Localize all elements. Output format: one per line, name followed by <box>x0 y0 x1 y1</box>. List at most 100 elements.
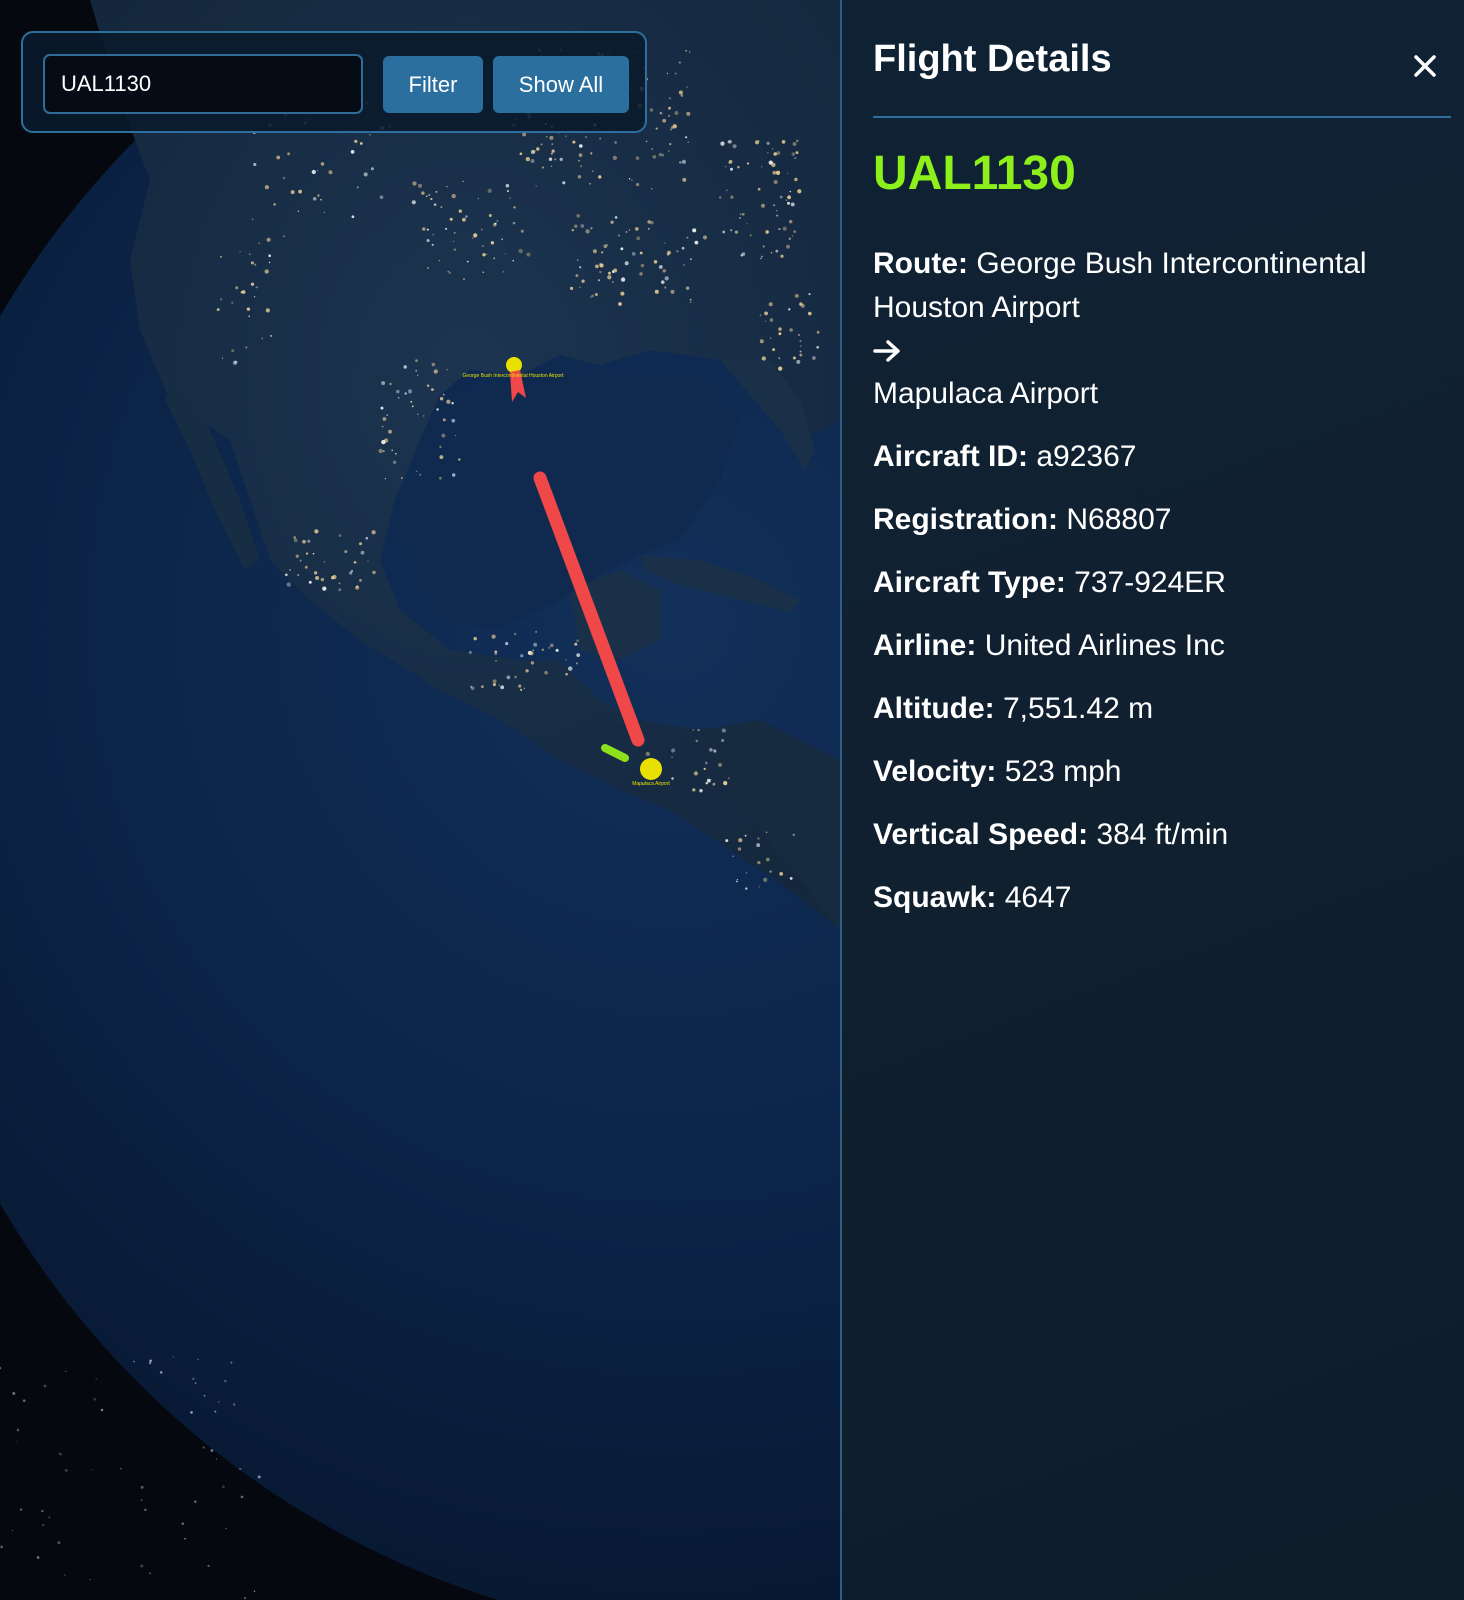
city-light <box>216 308 220 312</box>
city-light <box>776 151 781 155</box>
city-light <box>389 382 392 386</box>
city-light <box>757 187 761 191</box>
city-light <box>710 779 712 781</box>
star <box>59 1453 62 1456</box>
city-light <box>283 235 285 238</box>
city-light <box>773 179 778 185</box>
city-light <box>577 175 582 179</box>
city-light <box>323 561 326 563</box>
city-light <box>594 293 598 296</box>
star <box>15 1441 17 1443</box>
star <box>22 1399 26 1402</box>
city-light <box>392 460 397 465</box>
city-light <box>439 455 444 460</box>
city-light <box>501 238 503 241</box>
city-light <box>550 152 553 155</box>
city-light <box>765 230 769 234</box>
city-light <box>603 244 608 249</box>
city-light <box>520 229 524 233</box>
star <box>64 1468 68 1472</box>
city-light <box>591 294 595 298</box>
city-light <box>485 253 488 256</box>
city-light <box>679 161 682 164</box>
city-light <box>425 195 428 198</box>
city-light <box>772 170 777 175</box>
city-light <box>231 301 234 304</box>
city-light <box>799 345 802 347</box>
city-light <box>680 94 684 97</box>
city-light <box>221 357 224 359</box>
city-light <box>770 337 772 339</box>
city-light <box>276 155 281 160</box>
city-light <box>305 552 309 555</box>
city-light <box>544 670 548 675</box>
city-light <box>495 660 497 662</box>
city-light <box>575 274 579 278</box>
aircraft-id-row: Aircraft ID: a92367 <box>873 435 1433 479</box>
city-light <box>730 195 734 199</box>
city-light <box>636 236 641 241</box>
city-light <box>661 280 665 284</box>
city-light <box>668 150 670 152</box>
city-light <box>353 561 356 564</box>
star <box>210 1449 214 1452</box>
city-light <box>338 534 342 537</box>
city-light <box>645 140 648 143</box>
airline-value: United Airlines Inc <box>984 629 1225 662</box>
city-light <box>514 675 517 679</box>
filter-button[interactable]: Filter <box>383 56 483 113</box>
city-light <box>397 396 400 399</box>
city-light <box>686 111 691 116</box>
city-light <box>365 536 369 540</box>
city-light <box>359 142 363 145</box>
globe-view[interactable]: George Bush Intercontinental Houston Air… <box>0 0 840 1600</box>
star <box>159 1371 163 1374</box>
city-light <box>428 193 431 197</box>
star <box>230 1361 233 1364</box>
city-light <box>396 389 400 394</box>
city-light <box>417 374 419 376</box>
star <box>43 1384 47 1388</box>
city-light <box>620 277 626 282</box>
city-light <box>812 356 816 360</box>
star <box>19 1508 23 1511</box>
city-light <box>636 183 640 187</box>
city-light <box>315 575 320 581</box>
city-light <box>693 771 699 776</box>
city-light <box>381 439 386 445</box>
search-input[interactable] <box>43 54 363 114</box>
city-light <box>592 170 594 172</box>
city-light <box>689 51 691 53</box>
globe-map[interactable]: George Bush Intercontinental Houston Air… <box>0 0 840 1600</box>
city-light <box>599 137 602 140</box>
city-light <box>532 649 534 651</box>
city-light <box>535 185 537 187</box>
star <box>95 1378 97 1380</box>
city-light <box>382 417 387 421</box>
city-light <box>712 782 716 786</box>
city-light <box>433 203 437 206</box>
city-light <box>686 86 688 88</box>
city-light <box>349 571 353 575</box>
velocity-label: Velocity: <box>873 755 997 788</box>
city-light <box>645 751 650 757</box>
city-light <box>246 307 251 311</box>
city-light <box>568 666 573 671</box>
city-light <box>525 157 530 162</box>
city-light <box>541 166 545 169</box>
city-light <box>775 209 778 212</box>
city-light <box>565 135 567 137</box>
star <box>240 1495 244 1499</box>
city-light <box>808 293 811 296</box>
city-light <box>793 230 796 233</box>
city-light <box>779 872 784 876</box>
city-light <box>307 539 311 543</box>
show-all-button[interactable]: Show All <box>493 56 629 113</box>
route-label: Route: <box>873 247 968 280</box>
city-light <box>668 106 671 110</box>
city-light <box>610 220 614 224</box>
city-light <box>466 260 469 263</box>
close-button[interactable] <box>1407 48 1443 84</box>
city-light <box>738 838 743 843</box>
city-light <box>350 150 355 154</box>
